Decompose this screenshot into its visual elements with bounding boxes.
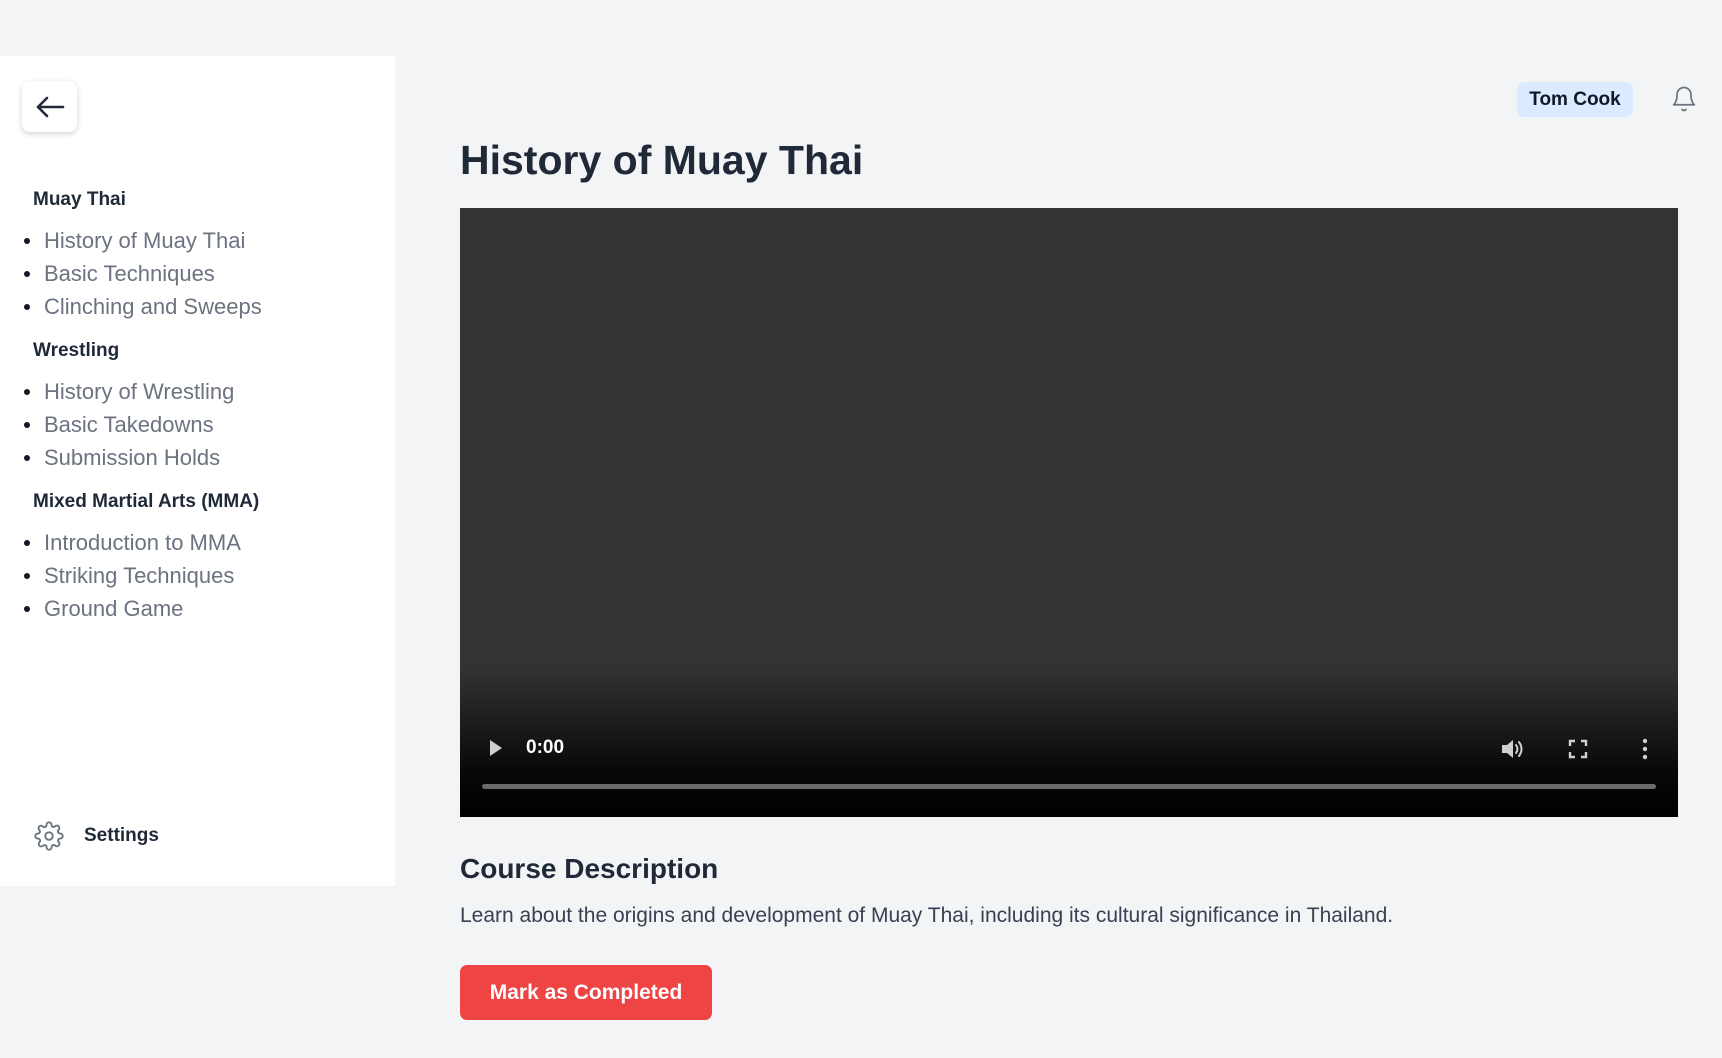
lesson-list: History of Wrestling Basic Takedowns Sub… [24,375,373,474]
back-button[interactable] [22,81,77,132]
mark-as-completed-button[interactable]: Mark as Completed [460,965,712,1020]
bullet [24,238,30,244]
lesson-link[interactable]: Basic Techniques [24,257,373,290]
settings-label: Settings [84,825,159,846]
lesson-label: Striking Techniques [44,563,235,588]
lesson-list: History of Muay Thai Basic Techniques Cl… [24,224,373,323]
lesson-label: Introduction to MMA [44,530,241,555]
play-icon[interactable] [488,738,504,758]
course-description-text: Learn about the origins and development … [460,904,1394,927]
more-options-icon[interactable] [1641,738,1649,760]
course-description-heading: Course Description [460,853,719,884]
lesson-list: Introduction to MMA Striking Techniques … [24,526,373,625]
course-navigation: Muay Thai History of Muay Thai Basic Tec… [24,186,373,639]
nav-section-muay-thai: Muay Thai History of Muay Thai Basic Tec… [24,186,373,323]
lesson-link[interactable]: Submission Holds [24,441,373,474]
nav-section-wrestling: Wrestling History of Wrestling Basic Tak… [24,337,373,474]
lesson-label: Submission Holds [44,445,221,470]
nav-section-mma: Mixed Martial Arts (MMA) Introduction to… [24,488,373,625]
lesson-label: History of Muay Thai [44,228,246,253]
video-player[interactable]: 0:00 [460,208,1678,817]
gear-icon [34,821,64,851]
bullet [24,304,30,310]
video-controls-gradient [460,667,1678,817]
fullscreen-icon[interactable] [1568,739,1588,759]
user-menu-button[interactable]: Tom Cook [1517,82,1633,117]
section-title: Wrestling [33,340,120,361]
lesson-link[interactable]: Introduction to MMA [24,526,373,559]
lesson-label: Ground Game [44,596,184,621]
bullet [24,389,30,395]
lesson-link[interactable]: Basic Takedowns [24,408,373,441]
lesson-label: Basic Techniques [44,261,215,286]
section-title: Muay Thai [33,189,126,210]
bell-icon [1672,86,1696,112]
lesson-link[interactable]: History of Wrestling [24,375,373,408]
notifications-button[interactable] [1670,84,1698,119]
lesson-link[interactable]: History of Muay Thai [24,224,373,257]
lesson-label: Basic Takedowns [44,412,214,437]
bullet [24,422,30,428]
video-current-time: 0:00 [526,737,565,758]
bullet [24,271,30,277]
lesson-link[interactable]: Striking Techniques [24,559,373,592]
settings-link[interactable]: Settings [34,821,159,851]
section-title: Mixed Martial Arts (MMA) [33,491,260,512]
arrow-left-icon [36,96,64,117]
lesson-link[interactable]: Clinching and Sweeps [24,290,373,323]
bullet [24,540,30,546]
page-title: History of Muay Thai [460,137,864,183]
sidebar: Muay Thai History of Muay Thai Basic Tec… [0,56,395,886]
bullet [24,606,30,612]
bullet [24,455,30,461]
bullet [24,573,30,579]
lesson-label: History of Wrestling [44,379,235,404]
lesson-label: Clinching and Sweeps [44,294,262,319]
lesson-link[interactable]: Ground Game [24,592,373,625]
video-progress-bar[interactable] [482,784,1656,789]
volume-icon[interactable] [1500,738,1526,760]
